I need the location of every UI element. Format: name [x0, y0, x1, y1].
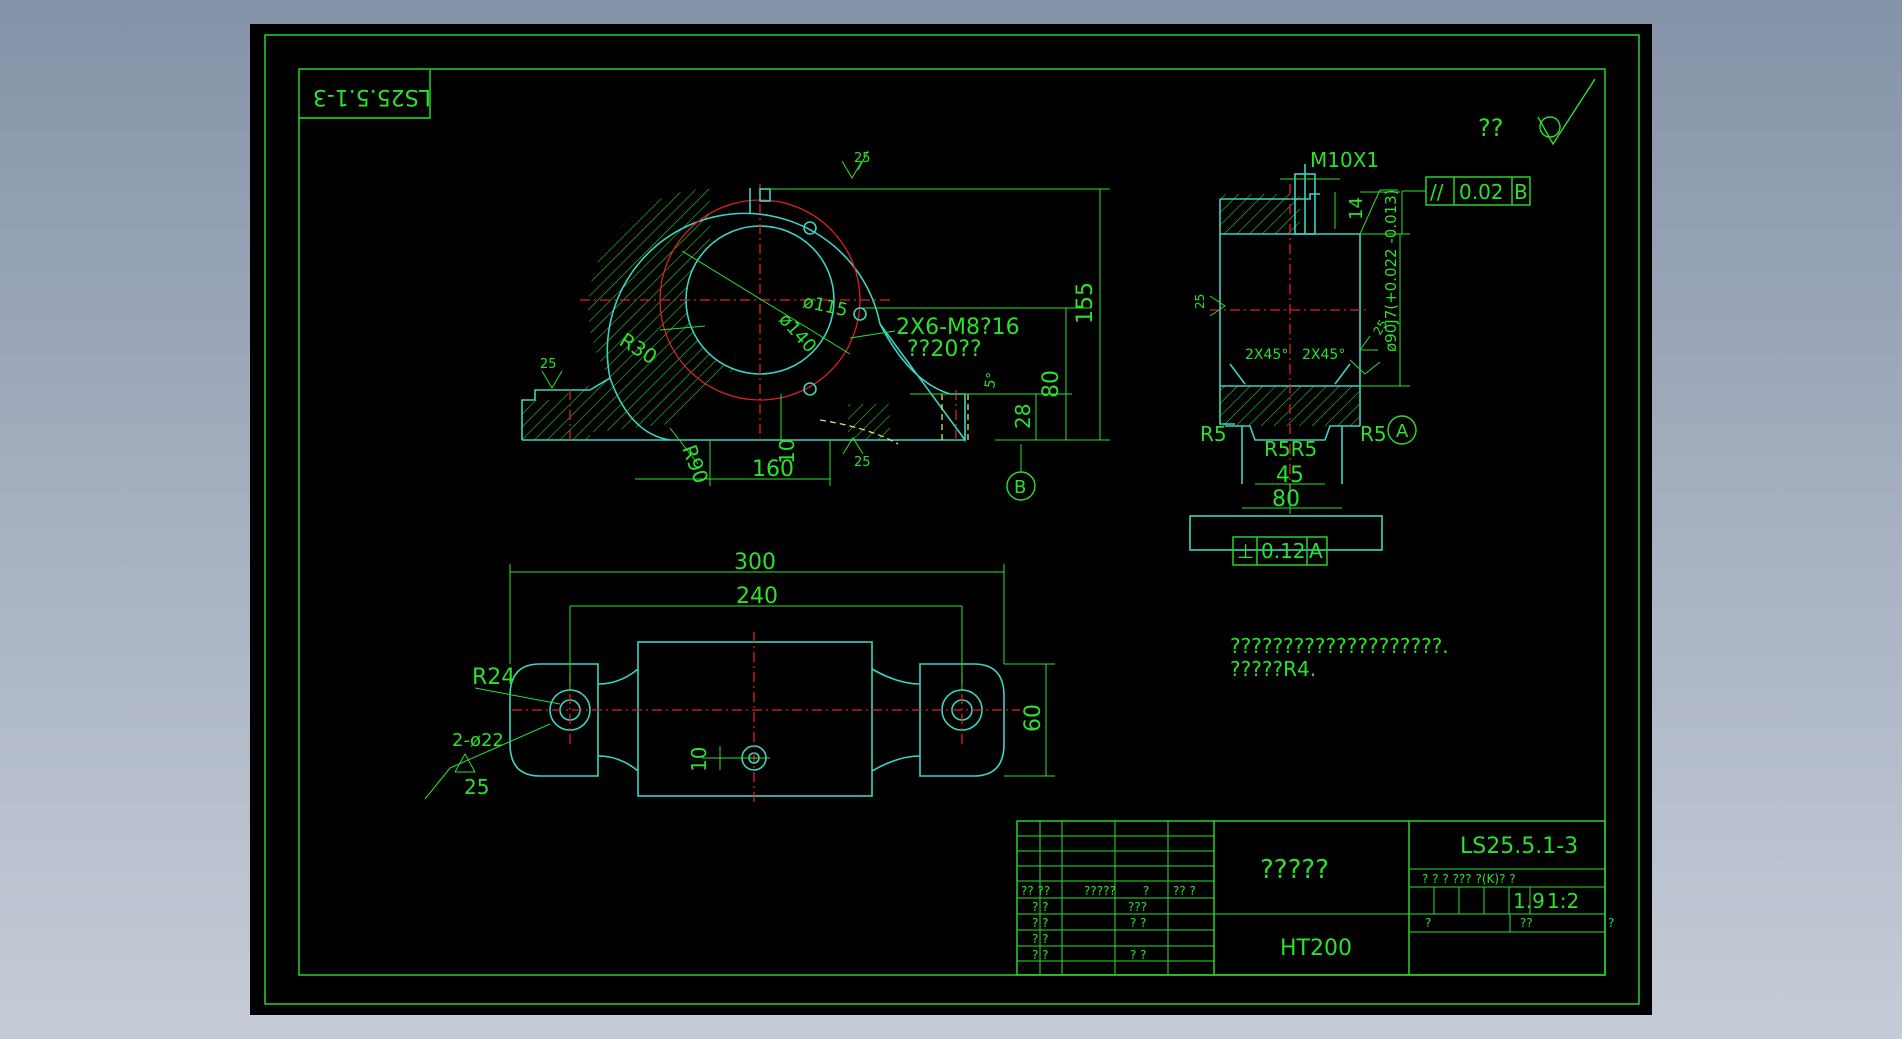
chamfer-right: 2X45°	[1302, 347, 1345, 363]
row-head-2: ?????	[1084, 884, 1116, 898]
perp-datum: A	[1309, 539, 1323, 563]
side-view: // 0.02 B M10X1 14 ø90J7(+0.022 -0.013) …	[1189, 148, 1531, 566]
r5-mid: R5R5	[1264, 437, 1317, 461]
thread-m10: M10X1	[1310, 148, 1379, 172]
header-cells: ? ? ? ??? ?(K)? ?	[1422, 872, 1516, 886]
dim-45: 45	[1276, 463, 1304, 488]
dim-10-front: 10	[775, 439, 799, 464]
small-3: ?	[1608, 916, 1614, 930]
surface-finish-text: ??	[1478, 114, 1503, 142]
dim-14: 14	[1346, 197, 1367, 220]
drawing-canvas: LS25.5.1-3 ?? 25 25 25 ø115 ø140 2X6-M8?…	[264, 34, 1640, 1005]
dim-80-front: 80	[1039, 370, 1064, 398]
parallel-symbol: //	[1430, 180, 1444, 204]
perp-symbol: ⊥	[1237, 539, 1254, 563]
part-name: ?????	[1260, 855, 1329, 885]
roughness-left: 25	[540, 357, 557, 372]
r5-right: R5	[1360, 422, 1387, 446]
scale-left: 1.9	[1513, 889, 1545, 913]
front-view: 25 25 25 ø115 ø140 2X6-M8?16 ??20?? R30 …	[521, 150, 1110, 501]
roughness-top-view: 25	[464, 775, 489, 799]
small-2: ??	[1520, 916, 1533, 930]
r24-label: R24	[472, 665, 515, 690]
row-1a: ? ?	[1032, 900, 1049, 914]
dim-60: 60	[1021, 704, 1046, 732]
mirrored-code-text: LS25.5.1-3	[313, 84, 431, 109]
roughness-top: 25	[854, 151, 871, 166]
dim-10-top: 10	[687, 747, 711, 772]
row-head-4: ?? ?	[1173, 884, 1196, 898]
title-block: ????? HT200 LS25.5.1-3 ? ? ? ??? ?(K)? ?…	[1016, 820, 1614, 976]
row-3a: ? ?	[1032, 932, 1049, 946]
r5-left: R5	[1200, 422, 1227, 446]
mirrored-code-box: LS25.5.1-3	[299, 70, 431, 119]
dim-240: 240	[736, 584, 778, 609]
chamfer-left: 2X45°	[1245, 347, 1288, 363]
dim-28: 28	[1011, 404, 1035, 429]
scale: 1:2	[1547, 889, 1579, 913]
row-4b: ? ?	[1130, 948, 1147, 962]
datum-a-label: A	[1396, 421, 1409, 442]
dim-80-side: 80	[1272, 487, 1300, 512]
row-head-1: ?? ??	[1021, 884, 1050, 898]
row-1b: ???	[1128, 900, 1147, 914]
parallel-tol: 0.02	[1459, 180, 1504, 204]
roughness-side-left: 25	[1193, 294, 1207, 309]
r90-label: R90	[677, 442, 713, 487]
row-4a: ? ?	[1032, 948, 1049, 962]
roughness-bottom: 25	[854, 455, 871, 470]
thread-note-2: ??20??	[907, 337, 982, 362]
angle-5: 5°	[982, 371, 1001, 389]
material: HT200	[1280, 936, 1352, 961]
surface-finish-symbol: ??	[1478, 78, 1596, 146]
note-line-2: ?????R4.	[1230, 657, 1316, 681]
dim-300: 300	[734, 550, 776, 575]
note-line-1: ????????????????????.	[1230, 634, 1449, 658]
top-view: 300 240 R24 2-ø22 25 60 10	[424, 550, 1055, 802]
row-2b: ? ?	[1130, 916, 1147, 930]
perp-tol: 0.12	[1261, 539, 1306, 563]
holes-label: 2-ø22	[452, 730, 504, 751]
row-2a: ? ?	[1032, 916, 1049, 930]
small-1: ?	[1425, 916, 1431, 930]
datum-b-label: B	[1014, 477, 1026, 498]
parallel-datum: B	[1514, 180, 1528, 204]
technical-notes: ????????????????????. ?????R4.	[1230, 634, 1449, 681]
cad-drawing-sheet[interactable]: LS25.5.1-3 ?? 25 25 25 ø115 ø140 2X6-M8?…	[250, 24, 1652, 1015]
row-head-3: ?	[1143, 884, 1149, 898]
dim-155: 155	[1073, 282, 1098, 324]
drawing-number: LS25.5.1-3	[1460, 834, 1578, 859]
